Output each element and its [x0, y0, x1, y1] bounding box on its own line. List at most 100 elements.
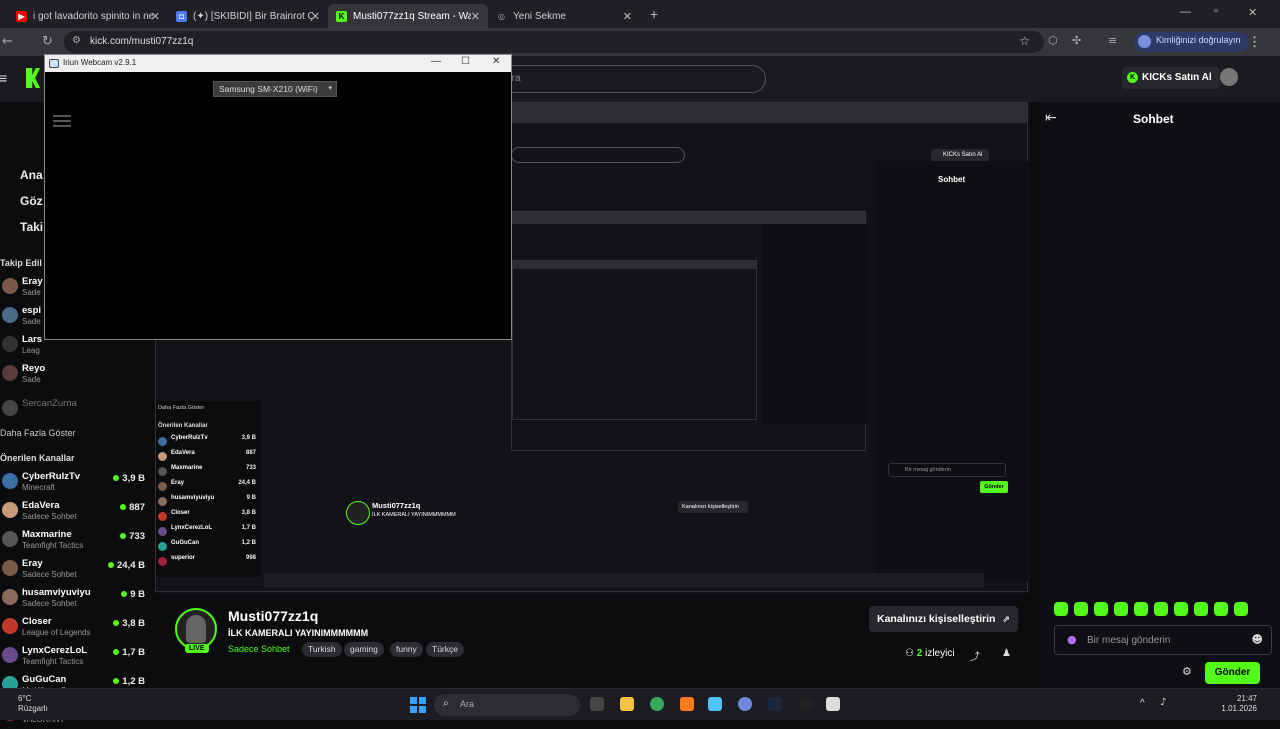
- recommended-channel[interactable]: Closer League of Legends 3,8 B: [0, 614, 150, 642]
- offline-channel[interactable]: SercanZurna: [0, 396, 150, 424]
- site-info-icon[interactable]: ⚙: [72, 35, 81, 46]
- webcam-menu-icon[interactable]: [53, 115, 71, 127]
- customize-channel-button[interactable]: Kanalınızı kişiselleştirin ⇗: [869, 606, 1018, 632]
- taskbar-search-placeholder: Ara: [460, 699, 475, 709]
- tab-kick-stream[interactable]: K Musti077zz1q Stream - Watch L ✕: [328, 4, 488, 28]
- nested-recommended-channel: superior 998: [158, 555, 258, 569]
- streamer-name[interactable]: Musti077zz1q: [228, 608, 318, 624]
- tag-turkish[interactable]: Turkish: [302, 642, 342, 657]
- stream-category[interactable]: Sadece Sohbet: [228, 644, 290, 654]
- show-more-link[interactable]: Daha Fazla Göster: [0, 428, 76, 438]
- windows-start-icon[interactable]: [410, 697, 426, 713]
- app-icon[interactable]: [708, 697, 722, 711]
- webcam-taskbar-icon[interactable]: [826, 697, 840, 711]
- obs-icon[interactable]: [798, 697, 812, 711]
- emote-icon[interactable]: [1174, 602, 1188, 616]
- chrome-icon[interactable]: [650, 697, 664, 711]
- extension-icon[interactable]: ⬡: [1048, 34, 1058, 47]
- taskbar-search[interactable]: ⌕ Ara: [434, 694, 580, 716]
- weather-widget[interactable]: 6°C Rüzgarlı: [18, 694, 48, 714]
- close-window-icon[interactable]: ✕: [1248, 6, 1257, 19]
- nav-following[interactable]: Taki: [20, 220, 43, 234]
- emote-icon[interactable]: [1114, 602, 1128, 616]
- channel-category: Sade: [22, 317, 41, 326]
- steam-icon[interactable]: [768, 697, 782, 711]
- webcam-titlebar[interactable]: Iriun Webcam v2.9.1 — ☐ ✕: [45, 55, 511, 72]
- task-view-icon[interactable]: [590, 697, 604, 711]
- menu-icon[interactable]: ≡: [0, 70, 7, 86]
- live-badge: LIVE: [185, 644, 209, 653]
- recommended-channel[interactable]: Maxmarine Teamfight Tactics 733: [0, 527, 150, 555]
- tag-gaming[interactable]: gaming: [344, 642, 384, 657]
- search-input[interactable]: Ara: [480, 65, 766, 93]
- channel-category: Sade: [22, 288, 41, 297]
- follow-user-icon[interactable]: ♟: [1002, 648, 1011, 659]
- minimize-icon[interactable]: —: [1180, 6, 1191, 18]
- nav-home[interactable]: Ana: [20, 168, 43, 182]
- channel-name: Eray: [171, 480, 185, 486]
- emote-icon[interactable]: [1194, 602, 1208, 616]
- emote-icon[interactable]: [1094, 602, 1108, 616]
- emote-icon[interactable]: [1134, 602, 1148, 616]
- recommended-channel[interactable]: CyberRulzTv Minecraft 3,9 B: [0, 469, 150, 497]
- close-tab-icon[interactable]: ✕: [151, 10, 160, 23]
- webcam-window[interactable]: Iriun Webcam v2.9.1 — ☐ ✕ Samsung SM-X21…: [44, 54, 512, 340]
- profile-signin-button[interactable]: Kimliğinizi doğrulayın: [1134, 32, 1249, 52]
- recommended-channel[interactable]: LynxCerezLoL Teamfight Tactics 1,7 B: [0, 643, 150, 671]
- maximize-icon[interactable]: ☐: [461, 56, 470, 67]
- tag-funny[interactable]: funny: [390, 642, 423, 657]
- back-icon[interactable]: ←: [2, 34, 13, 49]
- close-icon[interactable]: ✕: [492, 56, 500, 67]
- emote-icon[interactable]: [1074, 602, 1088, 616]
- chat-input[interactable]: ● Bir mesaj gönderin ☻: [1054, 625, 1272, 655]
- avatar: [2, 278, 18, 294]
- channel-name: Reyo: [22, 363, 46, 374]
- avatar: [2, 589, 18, 605]
- device-select[interactable]: Samsung SM-X210 (WiFi) ▾: [213, 81, 337, 97]
- reload-icon[interactable]: ↻: [42, 34, 53, 49]
- discord-icon[interactable]: [738, 697, 752, 711]
- emote-icon[interactable]: [1214, 602, 1228, 616]
- tab-skibidi[interactable]: ◘ (✦) [SKIBIDI] Bir Brainrot Çal - ✕: [168, 4, 328, 28]
- tab-youtube[interactable]: ▶ i got lavadorito spinito in new ✕: [8, 4, 168, 28]
- clock[interactable]: 21:47 1.01.2026: [1205, 694, 1257, 714]
- address-bar[interactable]: ⚙ kick.com/musti077zz1q ☆: [64, 31, 1044, 53]
- tab-new[interactable]: ◎ Yeni Sekme ✕: [488, 4, 640, 28]
- customize-label: Kanalınızı kişiselleştirin: [877, 613, 996, 625]
- restore-icon[interactable]: ▫: [1214, 5, 1218, 17]
- avatar: [158, 452, 167, 461]
- minimize-icon[interactable]: —: [431, 56, 441, 67]
- puzzle-icon[interactable]: ✣: [1072, 34, 1081, 47]
- new-tab-icon[interactable]: +: [650, 6, 658, 22]
- recommended-channel[interactable]: husamviyuviyu Sadece Sohbet 9 B: [0, 585, 150, 613]
- recommended-channel[interactable]: Eray Sadece Sohbet 24,4 B: [0, 556, 150, 584]
- browser-menu-icon[interactable]: ⋮: [1248, 34, 1261, 50]
- microphone-icon[interactable]: ●: [1067, 633, 1077, 646]
- close-tab-icon[interactable]: ✕: [623, 10, 632, 23]
- user-avatar[interactable]: [1220, 68, 1238, 86]
- emote-icon[interactable]: [1154, 602, 1168, 616]
- reading-list-icon[interactable]: ≡: [1108, 34, 1117, 47]
- collapse-chat-icon[interactable]: ⇤: [1045, 110, 1057, 126]
- nav-browse[interactable]: Göz: [20, 194, 43, 208]
- close-tab-icon[interactable]: ✕: [471, 10, 480, 23]
- buy-kicks-button[interactable]: K KICKs Satın Al: [1122, 67, 1220, 89]
- share-icon[interactable]: ⤴: [970, 648, 980, 663]
- tray-expand-icon[interactable]: ^: [1140, 698, 1145, 709]
- emoji-icon[interactable]: ☻: [1252, 633, 1263, 646]
- app-icon[interactable]: [680, 697, 694, 711]
- send-button[interactable]: Gönder: [1205, 662, 1260, 684]
- recommended-channel[interactable]: EdaVera Sadece Sohbet 887: [0, 498, 150, 526]
- tray-icon[interactable]: ♪: [1160, 697, 1166, 708]
- emote-icon[interactable]: [1234, 602, 1248, 616]
- following-channel[interactable]: Reyo Sade: [0, 361, 150, 389]
- tag-turkce[interactable]: Türkçe: [426, 642, 464, 657]
- file-explorer-icon[interactable]: [620, 697, 634, 711]
- bookmark-star-icon[interactable]: ☆: [1019, 34, 1030, 48]
- kick-logo-icon[interactable]: [26, 68, 40, 88]
- emote-icon[interactable]: [1054, 602, 1068, 616]
- nested-streamer-avatar: [346, 501, 370, 525]
- webcam-title: Iriun Webcam v2.9.1: [63, 58, 137, 67]
- chat-settings-icon[interactable]: ⚙: [1182, 665, 1192, 678]
- close-tab-icon[interactable]: ✕: [311, 10, 320, 23]
